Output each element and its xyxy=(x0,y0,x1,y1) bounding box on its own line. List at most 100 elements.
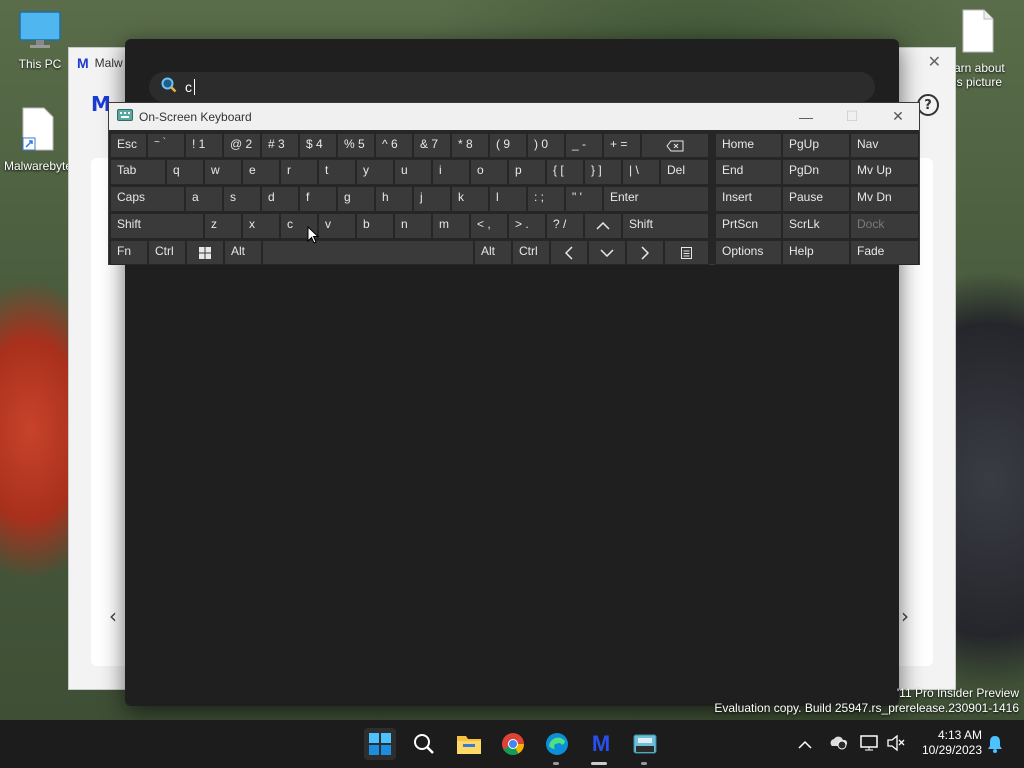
key-tilde[interactable]: ~ ` xyxy=(147,133,185,158)
key-t[interactable]: t xyxy=(318,159,356,185)
desktop-icon-this-pc[interactable]: This PC xyxy=(2,10,78,71)
key-h[interactable]: h xyxy=(375,186,413,212)
desktop-icon-malwarebytes[interactable]: Malwarebyte xyxy=(0,106,76,173)
key-m[interactable]: m xyxy=(432,213,470,239)
key-0[interactable]: ) 0 xyxy=(527,133,565,158)
key-d[interactable]: d xyxy=(261,186,299,212)
key-alt-left[interactable]: Alt xyxy=(224,240,262,265)
close-icon[interactable]: ✕ xyxy=(928,52,941,71)
minimize-icon[interactable]: — xyxy=(783,103,829,130)
key-i[interactable]: i xyxy=(432,159,470,185)
key-arrow-down[interactable] xyxy=(588,240,626,265)
key-s[interactable]: s xyxy=(223,186,261,212)
key-arrow-up[interactable] xyxy=(584,213,622,239)
key-menu[interactable] xyxy=(664,240,709,265)
key-alt-right[interactable]: Alt xyxy=(474,240,512,265)
key-ctrl-right[interactable]: Ctrl xyxy=(512,240,550,265)
key-pause[interactable]: Pause xyxy=(782,186,850,212)
key-9[interactable]: ( 9 xyxy=(489,133,527,158)
key-r[interactable]: r xyxy=(280,159,318,185)
key-a[interactable]: a xyxy=(185,186,223,212)
key-mv-up[interactable]: Mv Up xyxy=(850,159,919,185)
key-o[interactable]: o xyxy=(470,159,508,185)
key-end[interactable]: End xyxy=(715,159,782,185)
key-nav[interactable]: Nav xyxy=(850,133,919,158)
key-semicolon[interactable]: : ; xyxy=(527,186,565,212)
display-icon[interactable] xyxy=(860,734,880,756)
key-backslash[interactable]: | \ xyxy=(622,159,660,185)
notification-bell-icon[interactable] xyxy=(986,734,1004,758)
key-2[interactable]: @ 2 xyxy=(223,133,261,158)
chevron-right-icon[interactable]: › xyxy=(901,604,909,628)
volume-muted-icon[interactable] xyxy=(886,734,906,756)
key-4[interactable]: $ 4 xyxy=(299,133,337,158)
key-v[interactable]: v xyxy=(318,213,356,239)
key-dock[interactable]: Dock xyxy=(850,213,919,239)
key-l[interactable]: l xyxy=(489,186,527,212)
key-7[interactable]: & 7 xyxy=(413,133,451,158)
key-k[interactable]: k xyxy=(451,186,489,212)
key-g[interactable]: g xyxy=(337,186,375,212)
key-3[interactable]: # 3 xyxy=(261,133,299,158)
key-shift-left[interactable]: Shift xyxy=(110,213,204,239)
chrome-button[interactable] xyxy=(497,728,529,760)
key-open-bracket[interactable]: { [ xyxy=(546,159,584,185)
key-1[interactable]: ! 1 xyxy=(185,133,223,158)
osk-taskbar-button[interactable] xyxy=(629,728,661,760)
key-esc[interactable]: Esc xyxy=(110,133,147,158)
key-caps[interactable]: Caps xyxy=(110,186,185,212)
taskbar-search-button[interactable] xyxy=(408,728,440,760)
key-quote[interactable]: " ' xyxy=(565,186,603,212)
key-comma[interactable]: < , xyxy=(470,213,508,239)
key-z[interactable]: z xyxy=(204,213,242,239)
key-b[interactable]: b xyxy=(356,213,394,239)
key-8[interactable]: * 8 xyxy=(451,133,489,158)
key-slash[interactable]: ? / xyxy=(546,213,584,239)
key-shift-right[interactable]: Shift xyxy=(622,213,709,239)
key-p[interactable]: p xyxy=(508,159,546,185)
file-explorer-button[interactable] xyxy=(453,728,485,760)
key-equals[interactable]: + = xyxy=(603,133,641,158)
edge-button[interactable] xyxy=(541,728,573,760)
start-button[interactable] xyxy=(364,728,396,760)
key-j[interactable]: j xyxy=(413,186,451,212)
key-mv-dn[interactable]: Mv Dn xyxy=(850,186,919,212)
key-x[interactable]: x xyxy=(242,213,280,239)
onedrive-icon[interactable] xyxy=(828,734,848,754)
key-fade[interactable]: Fade xyxy=(850,240,919,265)
key-home[interactable]: Home xyxy=(715,133,782,158)
key-ctrl-left[interactable]: Ctrl xyxy=(148,240,186,265)
key-prtscn[interactable]: PrtScn xyxy=(715,213,782,239)
key-e[interactable]: e xyxy=(242,159,280,185)
key-enter[interactable]: Enter xyxy=(603,186,709,212)
key-n[interactable]: n xyxy=(394,213,432,239)
key-5[interactable]: % 5 xyxy=(337,133,375,158)
key-w[interactable]: w xyxy=(204,159,242,185)
key-arrow-right[interactable] xyxy=(626,240,664,265)
key-pgup[interactable]: PgUp xyxy=(782,133,850,158)
key-tab[interactable]: Tab xyxy=(110,159,166,185)
system-clock[interactable]: 4:13 AM 10/29/2023 xyxy=(922,728,982,758)
key-6[interactable]: ^ 6 xyxy=(375,133,413,158)
key-close-bracket[interactable]: } ] xyxy=(584,159,622,185)
key-windows[interactable] xyxy=(186,240,224,265)
chevron-left-icon[interactable]: ‹ xyxy=(109,604,117,628)
malwarebytes-taskbar-button[interactable]: M xyxy=(585,728,617,760)
key-del[interactable]: Del xyxy=(660,159,709,185)
maximize-icon[interactable]: ☐ xyxy=(829,103,875,130)
key-pgdn[interactable]: PgDn xyxy=(782,159,850,185)
key-minus[interactable]: _ - xyxy=(565,133,603,158)
search-input[interactable]: c xyxy=(149,72,875,102)
key-y[interactable]: y xyxy=(356,159,394,185)
key-backspace[interactable] xyxy=(641,133,709,158)
key-period[interactable]: > . xyxy=(508,213,546,239)
chevron-up-icon[interactable] xyxy=(798,735,812,754)
key-f[interactable]: f xyxy=(299,186,337,212)
key-q[interactable]: q xyxy=(166,159,204,185)
key-help[interactable]: Help xyxy=(782,240,850,265)
key-space[interactable] xyxy=(262,240,474,265)
key-options[interactable]: Options xyxy=(715,240,782,265)
key-arrow-left[interactable] xyxy=(550,240,588,265)
key-insert[interactable]: Insert xyxy=(715,186,782,212)
key-fn[interactable]: Fn xyxy=(110,240,148,265)
